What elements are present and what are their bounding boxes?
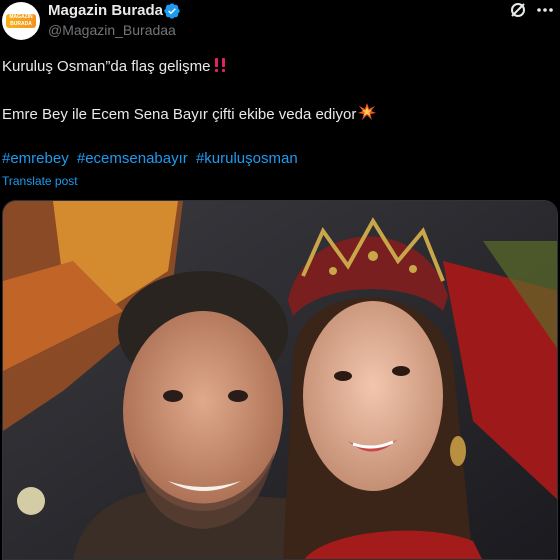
- collision-icon: [358, 103, 377, 120]
- avatar[interactable]: MAGAZIN BURADA: [2, 2, 40, 40]
- hashtag-emrebey[interactable]: #emrebey: [2, 150, 69, 167]
- translate-post-link[interactable]: Translate post: [2, 174, 78, 188]
- post-text-line-2-text: Emre Bey ile Ecem Sena Bayır çifti ekibe…: [2, 106, 357, 123]
- grok-icon[interactable]: [508, 0, 528, 20]
- post-media-photo[interactable]: [2, 200, 558, 560]
- post-text-line-1: Kuruluş Osman”da flaş gelişme: [2, 57, 228, 75]
- post-text-line-2: Emre Bey ile Ecem Sena Bayır çifti ekibe…: [2, 103, 377, 123]
- verified-badge-icon: [164, 3, 180, 19]
- double-exclamation-icon: [215, 58, 226, 72]
- author-name[interactable]: Magazin Burada: [48, 2, 163, 19]
- hashtag-kurulusosman[interactable]: #kuruluşosman: [196, 150, 298, 167]
- avatar-logo: MAGAZIN BURADA: [6, 14, 36, 28]
- hashtags: #emrebey #ecemsenabayır #kuruluşosman: [2, 150, 302, 167]
- author-handle[interactable]: @Magazin_Buradaa: [48, 22, 176, 38]
- hashtag-ecemsenabayir[interactable]: #ecemsenabayır: [77, 150, 188, 167]
- more-icon[interactable]: [534, 0, 556, 20]
- couple-photo: [3, 201, 557, 559]
- post-text-line-1-text: Kuruluş Osman”da flaş gelişme: [2, 58, 211, 75]
- post-header: MAGAZIN BURADA Magazin Burada @Magazin_B…: [0, 0, 560, 44]
